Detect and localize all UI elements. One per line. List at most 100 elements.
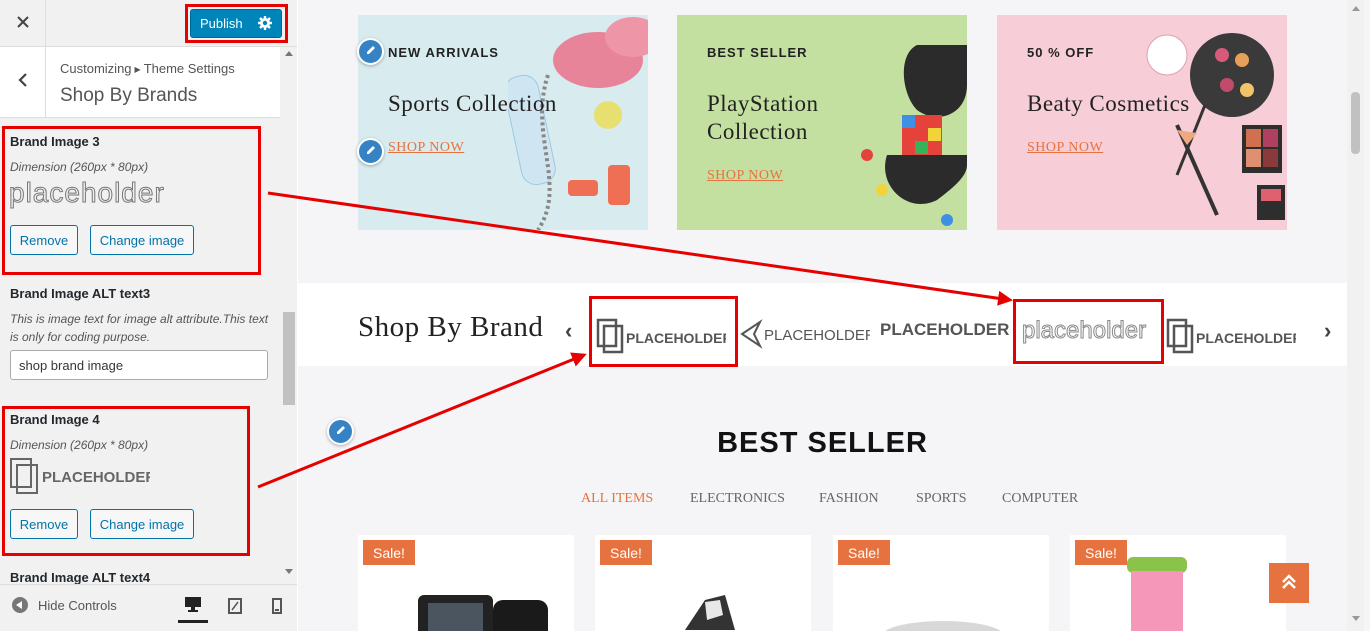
preview-desktop-button[interactable] (178, 593, 208, 623)
edit-shortcut-button[interactable] (357, 38, 384, 65)
collapse-icon (12, 597, 28, 613)
placeholder-logo-icon: PLACEHOLDER (10, 458, 156, 494)
scroll-up-icon[interactable] (1352, 6, 1360, 11)
section-header: Customizing ▶ Theme Settings Shop By Brand… (0, 47, 280, 118)
change-brand-image-3-button[interactable]: Change image (90, 225, 194, 255)
hide-controls-label: Hide Controls (38, 597, 117, 613)
cosmetics-image (1146, 33, 1285, 220)
banner-sports[interactable]: NEW ARRIVALS Sports Collection SHOP NOW (358, 15, 648, 230)
tablet-icon (228, 597, 242, 619)
product-card[interactable]: Sale! (1070, 535, 1286, 631)
sale-badge: Sale! (1075, 540, 1127, 565)
remove-brand-image-3-button[interactable]: Remove (10, 225, 78, 255)
brand-logo[interactable]: PLACEHOLDER (596, 316, 733, 356)
filter-computer[interactable]: COMPUTER (1002, 491, 1078, 507)
back-to-top-button[interactable] (1269, 563, 1309, 603)
alt-text-3-input[interactable]: shop brand image (10, 350, 268, 380)
sale-badge: Sale! (600, 540, 652, 565)
alt-text-4-label: Brand Image ALT text4 (10, 570, 151, 584)
brand-image-3-label: Brand Image 3 (10, 134, 100, 149)
brand-logo[interactable]: placeholder (1022, 314, 1157, 350)
publish-label: Publish (200, 16, 243, 31)
brand-logo-text: PLACEHOLDER (1196, 330, 1296, 346)
product-card[interactable]: Sale! (595, 535, 811, 631)
edit-shortcut-button[interactable] (357, 138, 384, 165)
alt-text-3-description: This is image text for image alt attribu… (10, 312, 269, 344)
brand-image-4-preview: PLACEHOLDER (10, 458, 156, 494)
brand-logo[interactable]: PLACEHOLDER (1166, 316, 1303, 356)
close-customizer-button[interactable] (0, 0, 46, 46)
double-chevron-up-icon (1281, 573, 1297, 594)
filter-fashion[interactable]: FASHION (819, 491, 879, 507)
shop-now-link[interactable]: SHOP NOW (1027, 140, 1103, 156)
filter-all-items[interactable]: ALL ITEMS (581, 491, 653, 507)
brand-logo-text: placeholder (1022, 317, 1146, 344)
brand-logo-text: PLACEHOLDER (880, 320, 1009, 339)
mobile-icon (272, 597, 282, 619)
game-controllers-image (861, 45, 967, 226)
preview-tablet-button[interactable] (220, 593, 250, 623)
brand-image-4-dimension: Dimension (260px * 80px) (10, 438, 149, 452)
product-image (685, 595, 735, 630)
shop-by-brand-title: Shop By Brand (358, 311, 544, 343)
scroll-down-icon[interactable] (1352, 616, 1360, 621)
banner-title: Sports Collection (388, 91, 557, 116)
chevron-left-icon (17, 72, 28, 93)
hide-controls-button[interactable]: Hide Controls (12, 597, 117, 613)
close-icon (16, 12, 30, 35)
customizer-footer: Hide Controls (0, 584, 297, 631)
alt-text-3-label: Brand Image ALT text3 (10, 286, 151, 301)
shop-now-link[interactable]: SHOP NOW (388, 140, 464, 156)
breadcrumb-parent: Theme Settings (143, 61, 235, 76)
chevron-left-icon[interactable]: ‹ (565, 318, 572, 344)
back-button[interactable] (0, 47, 46, 117)
customizer-sidebar: Publish Customizing ▶ Theme Settings Sho… (0, 0, 297, 631)
shop-now-link[interactable]: SHOP NOW (707, 168, 783, 184)
brand-image-4-logo: PLACEHOLDER (42, 469, 150, 486)
sale-badge: Sale! (363, 540, 415, 565)
customizer-header: Publish (0, 0, 297, 47)
banner-tag: NEW ARRIVALS (388, 45, 499, 60)
filter-electronics[interactable]: ELECTRONICS (690, 491, 785, 507)
change-brand-image-4-button[interactable]: Change image (90, 509, 194, 539)
breadcrumb-separator-icon: ▶ (134, 65, 141, 74)
breadcrumb-root: Customizing (60, 61, 132, 76)
brand-image-3-dimension: Dimension (260px * 80px) (10, 160, 149, 174)
chevron-right-icon[interactable]: › (1324, 318, 1331, 344)
sidebar-scroll-thumb[interactable] (283, 312, 295, 405)
tumbler-image (1127, 557, 1187, 631)
brand-logo[interactable]: PLACEHOLDER (880, 313, 1010, 353)
publish-button[interactable]: Publish (190, 9, 282, 38)
banner-title: Beaty Cosmetics (1027, 91, 1190, 116)
brand-image-4-label: Brand Image 4 (10, 412, 100, 427)
brand-logo[interactable]: PLACEHOLDER (740, 316, 876, 356)
sports-products-image (508, 17, 648, 230)
scroll-up-icon[interactable] (285, 51, 293, 56)
brand-logo-text: PLACEHOLDER (764, 327, 870, 344)
remove-brand-image-4-button[interactable]: Remove (10, 509, 78, 539)
pencil-icon (365, 43, 377, 61)
banner-playstation[interactable]: BEST SELLER PlayStation Collection SHOP … (677, 15, 967, 230)
pencil-icon (365, 143, 377, 161)
product-card[interactable]: Sale! (358, 535, 574, 631)
preview-mobile-button[interactable] (262, 593, 292, 623)
banner-tag: 50 % OFF (1027, 45, 1095, 60)
brand-image-3-preview: placeholder (9, 177, 184, 210)
gear-icon[interactable] (257, 15, 273, 31)
banner-cosmetics[interactable]: 50 % OFF Beaty Cosmetics SHOP NOW (997, 15, 1287, 230)
brand-logo-text: PLACEHOLDER (626, 330, 726, 346)
desktop-icon (184, 596, 202, 617)
product-image (885, 621, 1001, 631)
filter-sports[interactable]: SPORTS (916, 491, 967, 507)
scroll-down-icon[interactable] (285, 569, 293, 574)
preview-scroll-thumb[interactable] (1351, 92, 1360, 154)
breadcrumb: Customizing ▶ Theme Settings (60, 61, 235, 76)
best-seller-title: BEST SELLER (717, 427, 928, 459)
product-card[interactable]: Sale! (833, 535, 1049, 631)
smartwatch-image (418, 595, 548, 631)
brand-image-3-logo: placeholder (9, 178, 165, 208)
section-title: Shop By Brands (60, 85, 198, 106)
sale-badge: Sale! (838, 540, 890, 565)
preview-scrollbar[interactable] (1347, 0, 1364, 631)
banner-title: PlayStation Collection (707, 91, 819, 144)
